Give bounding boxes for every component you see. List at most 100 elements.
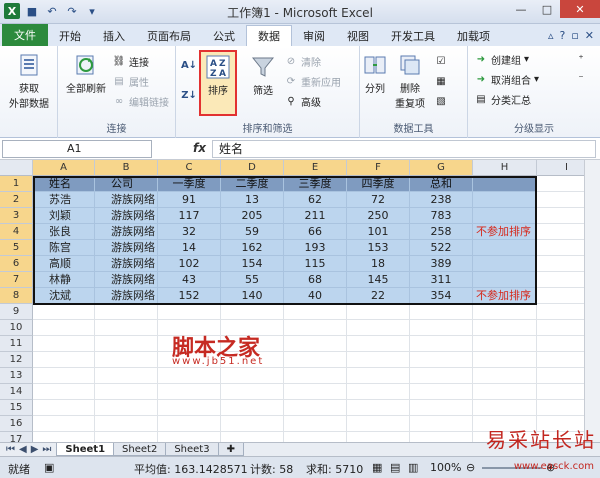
empty-cell[interactable] — [410, 384, 473, 400]
empty-cell[interactable] — [347, 432, 410, 442]
formula-input[interactable]: 姓名 — [212, 140, 596, 158]
close-button[interactable]: ✕ — [560, 0, 600, 18]
table-cell[interactable]: 258 — [410, 224, 473, 240]
column-header[interactable]: A — [33, 160, 95, 176]
connections-button[interactable]: ⛓ 连接 — [112, 54, 149, 69]
table-cell[interactable]: 游族网络 — [95, 256, 158, 272]
empty-cell[interactable] — [95, 400, 158, 416]
empty-cell[interactable] — [158, 304, 221, 320]
empty-cell[interactable] — [284, 432, 347, 442]
table-cell[interactable]: 783 — [410, 208, 473, 224]
prev-sheet-icon[interactable]: ◀ — [19, 444, 27, 455]
row-header[interactable]: 17 — [0, 432, 33, 442]
table-cell[interactable]: 43 — [158, 272, 221, 288]
tab-home[interactable]: 开始 — [48, 25, 92, 46]
column-header[interactable]: E — [284, 160, 347, 176]
row-header[interactable]: 6 — [0, 256, 33, 272]
row-header[interactable]: 11 — [0, 336, 33, 352]
worksheet-grid[interactable]: A B C D E F G H I 1 2 3 4 5 6 7 8 9 10 11 12 13 14 15 16 17 姓名 公司 一季… — [0, 160, 600, 442]
empty-cell[interactable] — [95, 320, 158, 336]
table-cell[interactable]: 游族网络 — [95, 240, 158, 256]
table-cell[interactable] — [473, 240, 537, 256]
table-cell[interactable]: 刘颖 — [33, 208, 95, 224]
column-header[interactable]: G — [410, 160, 473, 176]
empty-cell[interactable] — [284, 336, 347, 352]
clear-filter-button[interactable]: ⊘ 清除 — [284, 54, 321, 69]
empty-cell[interactable] — [95, 352, 158, 368]
table-cell[interactable] — [473, 208, 537, 224]
ungroup-button[interactable]: ➜ 取消组合 ▾ — [474, 72, 539, 87]
empty-cell[interactable] — [33, 400, 95, 416]
close-workbook-icon[interactable]: ✕ — [585, 29, 594, 42]
row-header[interactable]: 12 — [0, 352, 33, 368]
help-icon[interactable]: ? — [559, 29, 565, 42]
empty-cell[interactable] — [95, 416, 158, 432]
table-cell[interactable] — [473, 176, 537, 192]
empty-cell[interactable] — [95, 368, 158, 384]
row-header[interactable]: 9 — [0, 304, 33, 320]
text-to-columns-button[interactable]: 分列 — [360, 52, 390, 95]
empty-cell[interactable] — [33, 432, 95, 442]
next-sheet-icon[interactable]: ▶ — [31, 444, 39, 455]
table-cell[interactable]: 115 — [284, 256, 347, 272]
tab-developer[interactable]: 开发工具 — [380, 25, 446, 46]
table-cell[interactable] — [473, 256, 537, 272]
table-cell[interactable]: 102 — [158, 256, 221, 272]
remove-duplicates-button[interactable]: 删除 重复项 — [392, 52, 428, 110]
row-header[interactable]: 15 — [0, 400, 33, 416]
tab-file[interactable]: 文件 — [2, 24, 48, 46]
table-cell[interactable]: 游族网络 — [95, 272, 158, 288]
empty-cell[interactable] — [158, 416, 221, 432]
empty-cell[interactable] — [33, 320, 95, 336]
empty-cell[interactable] — [33, 416, 95, 432]
empty-cell[interactable] — [347, 400, 410, 416]
tab-view[interactable]: 视图 — [336, 25, 380, 46]
page-break-view-icon[interactable]: ▥ — [408, 461, 418, 474]
tab-data[interactable]: 数据 — [246, 25, 292, 46]
empty-cell[interactable] — [347, 384, 410, 400]
empty-cell[interactable] — [33, 384, 95, 400]
table-cell[interactable]: 140 — [221, 288, 284, 304]
empty-cell[interactable] — [473, 368, 537, 384]
table-cell[interactable]: 40 — [284, 288, 347, 304]
name-box[interactable]: A1 — [2, 140, 152, 158]
consolidate-button[interactable]: ▦ — [434, 74, 448, 88]
insert-function-icon[interactable]: fx — [193, 141, 206, 155]
table-cell[interactable]: 389 — [410, 256, 473, 272]
row-header[interactable]: 16 — [0, 416, 33, 432]
table-cell[interactable]: 62 — [284, 192, 347, 208]
row-header[interactable]: 8 — [0, 288, 33, 304]
empty-cell[interactable] — [221, 432, 284, 442]
table-cell[interactable]: 高顺 — [33, 256, 95, 272]
empty-cell[interactable] — [347, 336, 410, 352]
empty-cell[interactable] — [221, 400, 284, 416]
table-cell[interactable]: 游族网络 — [95, 192, 158, 208]
empty-cell[interactable] — [473, 336, 537, 352]
empty-cell[interactable] — [284, 352, 347, 368]
sheet-tab-2[interactable]: Sheet2 — [113, 443, 167, 456]
properties-button[interactable]: ▤ 属性 — [112, 74, 149, 89]
empty-cell[interactable] — [347, 352, 410, 368]
table-cell[interactable]: 117 — [158, 208, 221, 224]
empty-cell[interactable] — [410, 352, 473, 368]
table-cell[interactable]: 91 — [158, 192, 221, 208]
empty-cell[interactable] — [221, 368, 284, 384]
table-cell[interactable]: 211 — [284, 208, 347, 224]
empty-cell[interactable] — [33, 368, 95, 384]
table-header-cell[interactable]: 二季度 — [221, 176, 284, 192]
table-cell[interactable]: 沈斌 — [33, 288, 95, 304]
maximize-button[interactable]: □ — [534, 0, 560, 18]
row-header[interactable]: 5 — [0, 240, 33, 256]
minimize-button[interactable]: — — [508, 0, 534, 18]
empty-cell[interactable] — [473, 384, 537, 400]
row-header[interactable]: 4 — [0, 224, 33, 240]
table-cell[interactable]: 18 — [347, 256, 410, 272]
table-header-cell[interactable]: 姓名 — [33, 176, 95, 192]
hide-detail-button[interactable]: ⁻ — [574, 72, 588, 86]
empty-cell[interactable] — [158, 384, 221, 400]
group-button[interactable]: ➜ 创建组 ▾ — [474, 52, 529, 67]
column-header[interactable]: H — [473, 160, 537, 176]
table-header-cell[interactable]: 三季度 — [284, 176, 347, 192]
table-cell[interactable]: 250 — [347, 208, 410, 224]
table-cell[interactable]: 66 — [284, 224, 347, 240]
